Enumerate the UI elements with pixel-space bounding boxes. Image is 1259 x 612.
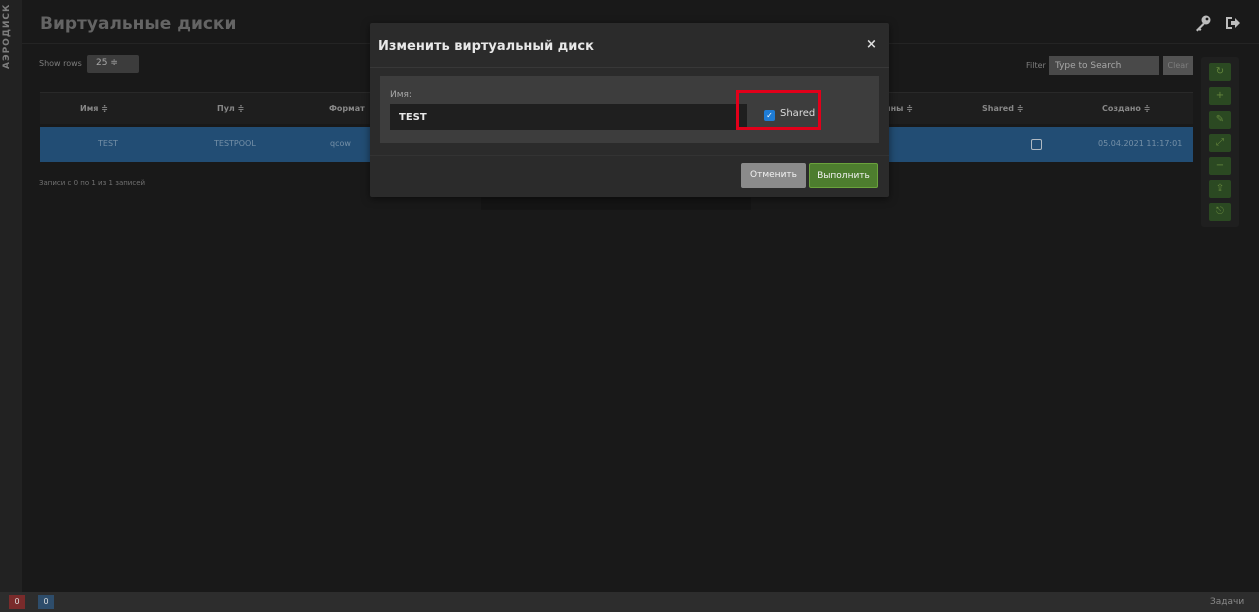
submit-button[interactable]: Выполнить xyxy=(809,163,878,188)
dialog-title: Изменить виртуальный диск xyxy=(378,39,594,54)
tasks-link[interactable]: Задачи xyxy=(1210,597,1244,607)
cancel-button[interactable]: Отменить xyxy=(741,163,806,188)
error-count-badge[interactable]: 0 xyxy=(9,595,25,609)
divider xyxy=(370,67,889,68)
edit-disk-dialog: Изменить виртуальный диск × Имя: ✓ Share… xyxy=(370,23,889,197)
app-window: АЭРОДИСК Виртуальные диски Show rows 25 … xyxy=(0,0,1259,612)
divider xyxy=(370,155,889,156)
close-icon[interactable]: × xyxy=(866,37,877,52)
annotation-highlight xyxy=(736,90,821,130)
name-label: Имя: xyxy=(390,90,412,100)
name-field[interactable] xyxy=(390,104,747,130)
status-bar: 0 0 Задачи xyxy=(0,592,1259,612)
info-count-badge[interactable]: 0 xyxy=(38,595,54,609)
